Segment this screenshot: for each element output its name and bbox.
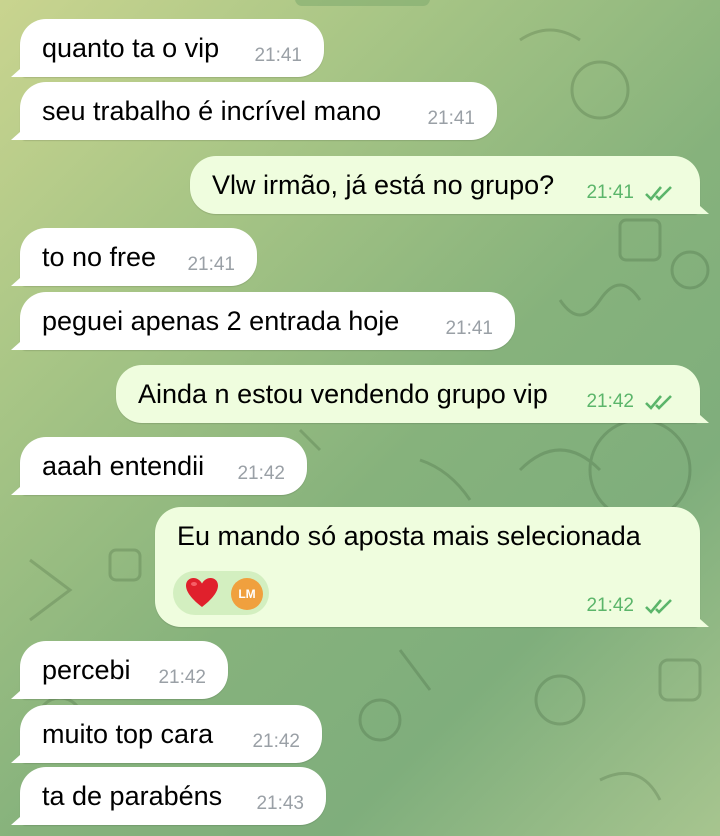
message-incoming[interactable]: peguei apenas 2 entrada hoje 21:41 (20, 292, 515, 350)
message-text: seu trabalho é incrível mano (42, 96, 382, 126)
message-incoming[interactable]: to no free 21:41 (20, 228, 257, 286)
message-time: 21:42 (252, 731, 300, 752)
message-time: 21:41 (427, 108, 475, 129)
message-time: 21:41 (586, 182, 634, 203)
message-text: ta de parabéns (42, 781, 223, 811)
message-incoming[interactable]: ta de parabéns 21:43 (20, 767, 326, 825)
chat-thread[interactable]: quanto ta o vip 21:41 seu trabalho é inc… (0, 0, 720, 836)
message-outgoing[interactable]: Eu mando só aposta mais selecionada LM 2… (155, 507, 700, 627)
message-incoming[interactable]: quanto ta o vip 21:41 (20, 19, 324, 77)
message-incoming[interactable]: muito top cara 21:42 (20, 705, 322, 763)
message-time: 21:42 (237, 463, 285, 484)
message-text: Eu mando só aposta mais selecionada (177, 521, 641, 551)
message-incoming[interactable]: aaah entendii 21:42 (20, 437, 307, 495)
message-time: 21:43 (256, 793, 304, 814)
message-time: 21:42 (586, 595, 634, 616)
message-time: 21:41 (187, 254, 235, 275)
double-check-icon (645, 395, 672, 410)
message-time: 21:41 (445, 318, 493, 339)
message-time: 21:42 (586, 391, 634, 412)
message-text: muito top cara (42, 719, 214, 749)
message-text: quanto ta o vip (42, 33, 220, 63)
message-incoming[interactable]: seu trabalho é incrível mano 21:41 (20, 82, 497, 140)
message-text: peguei apenas 2 entrada hoje (42, 306, 400, 336)
message-text: to no free (42, 242, 157, 272)
message-outgoing[interactable]: Vlw irmão, já está no grupo? 21:41 (190, 156, 700, 214)
message-time: 21:42 (158, 667, 206, 688)
avatar: LM (231, 578, 263, 610)
heart-emoji (186, 578, 218, 607)
message-time: 21:41 (254, 45, 302, 66)
double-check-icon (645, 186, 672, 201)
message-outgoing[interactable]: Ainda n estou vendendo grupo vip 21:42 (116, 365, 700, 423)
message-text: Ainda n estou vendendo grupo vip (138, 379, 548, 409)
message-text: Vlw irmão, já está no grupo? (212, 170, 555, 200)
message-incoming[interactable]: percebi 21:42 (20, 641, 228, 699)
reaction-pill[interactable]: LM (173, 571, 269, 615)
double-check-icon (645, 599, 672, 614)
message-text: percebi (42, 655, 131, 685)
message-text: aaah entendii (42, 451, 205, 481)
